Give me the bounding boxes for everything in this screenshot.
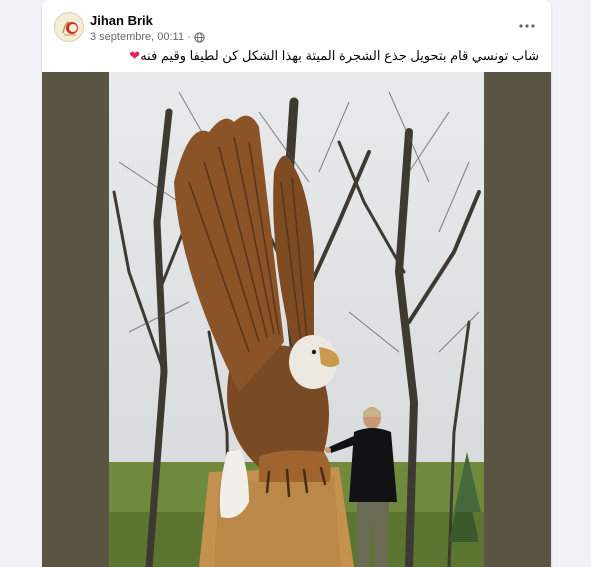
avatar-logo-icon <box>56 14 83 41</box>
post-media[interactable] <box>42 72 551 567</box>
post-header: Jihan Brik 3 septembre, 00:11 · شاب تونس… <box>42 0 551 72</box>
post-date[interactable]: 3 septembre, 00:11 <box>90 31 184 43</box>
more-options-button[interactable] <box>515 14 539 38</box>
author-avatar[interactable] <box>54 12 84 42</box>
more-horizontal-icon <box>519 24 535 28</box>
author-name[interactable]: Jihan Brik <box>90 13 153 28</box>
meta-separator: · <box>186 31 191 43</box>
caption-text: شاب تونسي قام بتحويل جذع الشجرة الميتة ب… <box>140 48 539 63</box>
globe-icon[interactable] <box>194 31 205 43</box>
post-meta: 3 septembre, 00:11 · <box>90 31 205 43</box>
eagle-sculpture-photo[interactable] <box>109 72 484 567</box>
heart-emoji-icon: ❤ <box>129 48 141 63</box>
post-caption: شاب تونسي قام بتحويل جذع الشجرة الميتة ب… <box>54 48 539 64</box>
feed-post: Jihan Brik 3 septembre, 00:11 · شاب تونس… <box>42 0 551 567</box>
